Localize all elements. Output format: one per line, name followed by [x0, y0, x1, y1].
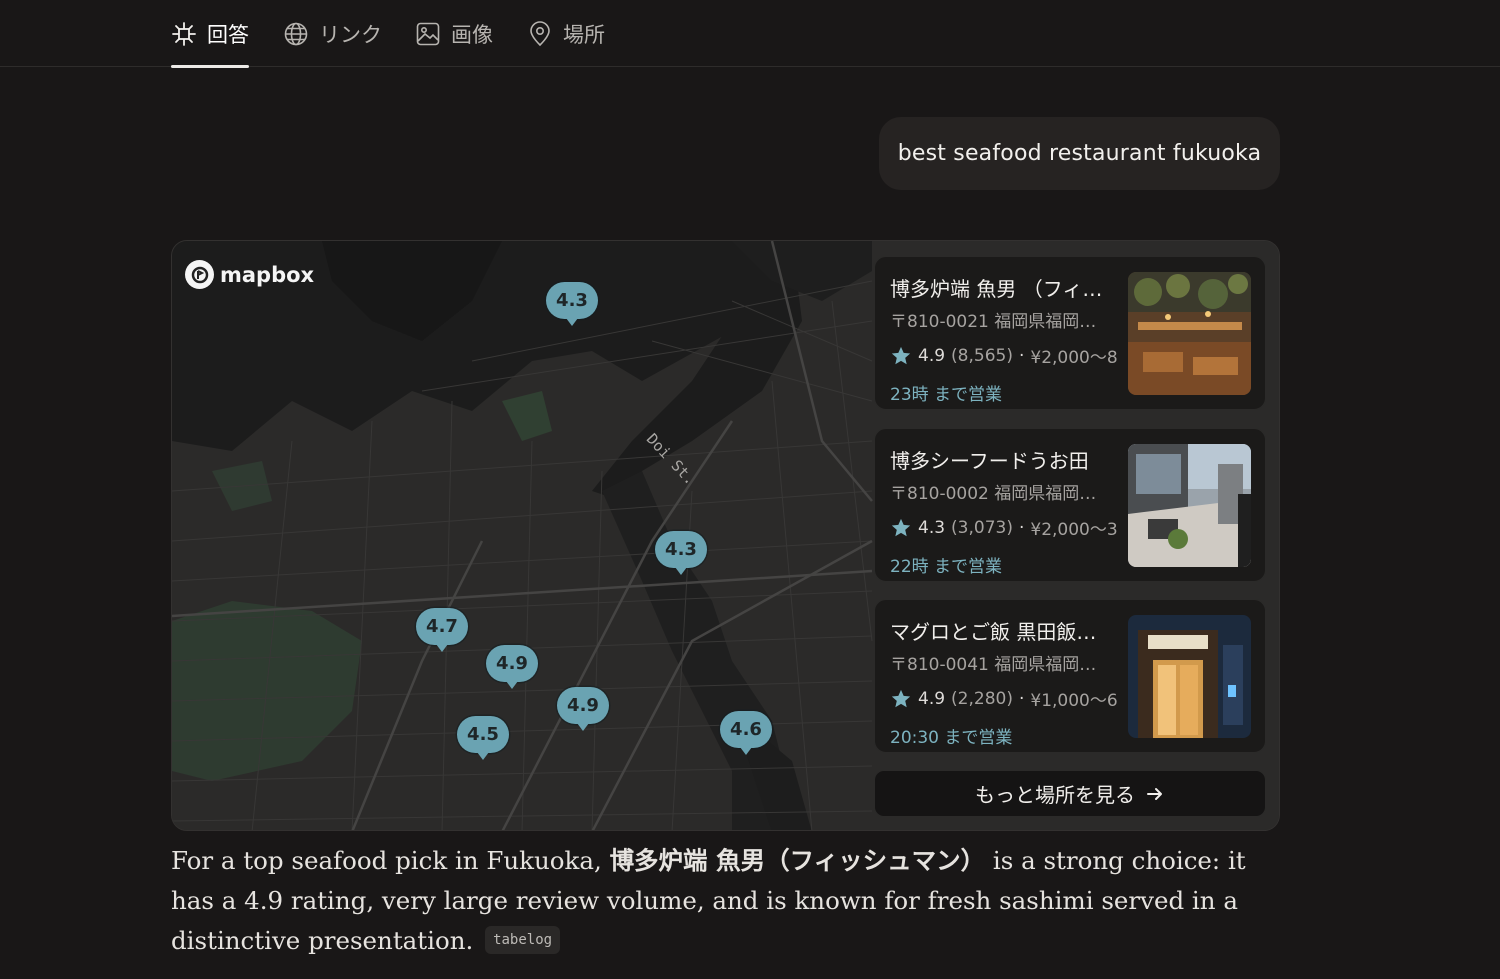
- map-pin[interactable]: 4.9: [557, 687, 609, 731]
- tab-answer-label: 回答: [207, 22, 249, 47]
- separator-dot: ·: [1018, 688, 1025, 709]
- place-photo: [1128, 615, 1251, 738]
- review-count: (3,073): [951, 517, 1013, 538]
- globe-icon: [284, 22, 308, 45]
- review-count: (8,565): [951, 345, 1013, 366]
- tab-images[interactable]: 画像: [415, 0, 493, 67]
- place-name: マグロとご飯 黒田飯…: [890, 620, 1097, 644]
- place-rating: 4.9 (2,280) · ¥1,000〜6: [890, 686, 1130, 711]
- tab-places-label: 場所: [563, 22, 605, 47]
- separator-dot: ·: [1018, 345, 1025, 366]
- place-address: 〒810-0041 福岡県福岡…: [890, 655, 1097, 675]
- place-rating: 4.3 (3,073) · ¥2,000〜3: [890, 515, 1130, 540]
- separator-dot: ·: [1018, 517, 1025, 538]
- user-query-bubble: best seafood restaurant fukuoka: [879, 117, 1280, 190]
- price-range: ¥2,000〜8: [1030, 348, 1118, 368]
- answer-text-start: For a top seafood pick in Fukuoka,: [171, 846, 610, 875]
- map-pin[interactable]: 4.3: [546, 282, 598, 326]
- map-pin[interactable]: 4.3: [655, 531, 707, 575]
- star-icon: [891, 346, 911, 364]
- map-pin[interactable]: 4.6: [720, 711, 772, 755]
- tab-links[interactable]: リンク: [283, 0, 382, 67]
- price-range: ¥2,000〜3: [1030, 520, 1118, 540]
- place-address: 〒810-0002 福岡県福岡…: [890, 484, 1097, 504]
- more-places-button[interactable]: もっと場所を見る: [874, 770, 1266, 817]
- place-hours: 23時 まで営業: [890, 385, 1003, 405]
- rating-value: 4.9: [918, 688, 946, 709]
- mapbox-logo: mapbox: [185, 260, 314, 289]
- place-card[interactable]: 博多炉端 魚男 （フィ… 〒810-0021 福岡県福岡… 4.9 (8,565…: [874, 256, 1266, 410]
- tab-images-label: 画像: [451, 22, 493, 47]
- more-places-label: もっと場所を見る: [975, 783, 1135, 807]
- place-card[interactable]: 博多シーフードうお田 〒810-0002 福岡県福岡… 4.3 (3,073) …: [874, 428, 1266, 582]
- place-name: 博多シーフードうお田: [890, 449, 1089, 473]
- star-icon: [891, 518, 911, 536]
- place-photo: [1128, 444, 1251, 567]
- sparkle-icon: [172, 21, 196, 46]
- price-range: ¥1,000〜6: [1030, 691, 1118, 711]
- arrow-right-icon: [1147, 787, 1162, 800]
- map-pin-icon: [530, 20, 550, 46]
- mapbox-logo-text: mapbox: [220, 262, 315, 287]
- place-hours: 22時 まで営業: [890, 557, 1003, 577]
- map-pin[interactable]: 4.7: [416, 608, 468, 652]
- place-address: 〒810-0021 福岡県福岡…: [890, 312, 1097, 332]
- source-citation-chip[interactable]: tabelog: [485, 925, 561, 954]
- place-rating: 4.9 (8,565) · ¥2,000〜8: [890, 343, 1130, 368]
- star-icon: [891, 689, 911, 707]
- map-card[interactable]: mapbox Doi St. 4.3 4.3 4.7 4.9 4.9 4.5 4…: [171, 240, 1280, 831]
- place-card[interactable]: マグロとご飯 黒田飯… 〒810-0041 福岡県福岡… 4.9 (2,280)…: [874, 599, 1266, 753]
- mapbox-logo-icon: [185, 260, 214, 289]
- rating-value: 4.3: [918, 517, 946, 538]
- answer-restaurant-name: 博多炉端 魚男（フィッシュマン）: [609, 846, 986, 875]
- tab-answer[interactable]: 回答: [171, 0, 249, 68]
- answer-text: For a top seafood pick in Fukuoka, 博多炉端 …: [171, 841, 1281, 961]
- map-pin[interactable]: 4.9: [486, 645, 538, 689]
- image-icon: [416, 22, 440, 45]
- place-photo: [1128, 272, 1251, 395]
- map-pin[interactable]: 4.5: [457, 716, 509, 760]
- place-hours: 20:30 まで営業: [890, 728, 1013, 748]
- place-name: 博多炉端 魚男 （フィ…: [890, 277, 1103, 301]
- tab-places[interactable]: 場所: [527, 0, 605, 67]
- tab-links-label: リンク: [319, 22, 382, 47]
- review-count: (2,280): [951, 688, 1013, 709]
- rating-value: 4.9: [918, 345, 946, 366]
- tabs-bar: 回答 リンク 画像 場所: [0, 0, 1500, 68]
